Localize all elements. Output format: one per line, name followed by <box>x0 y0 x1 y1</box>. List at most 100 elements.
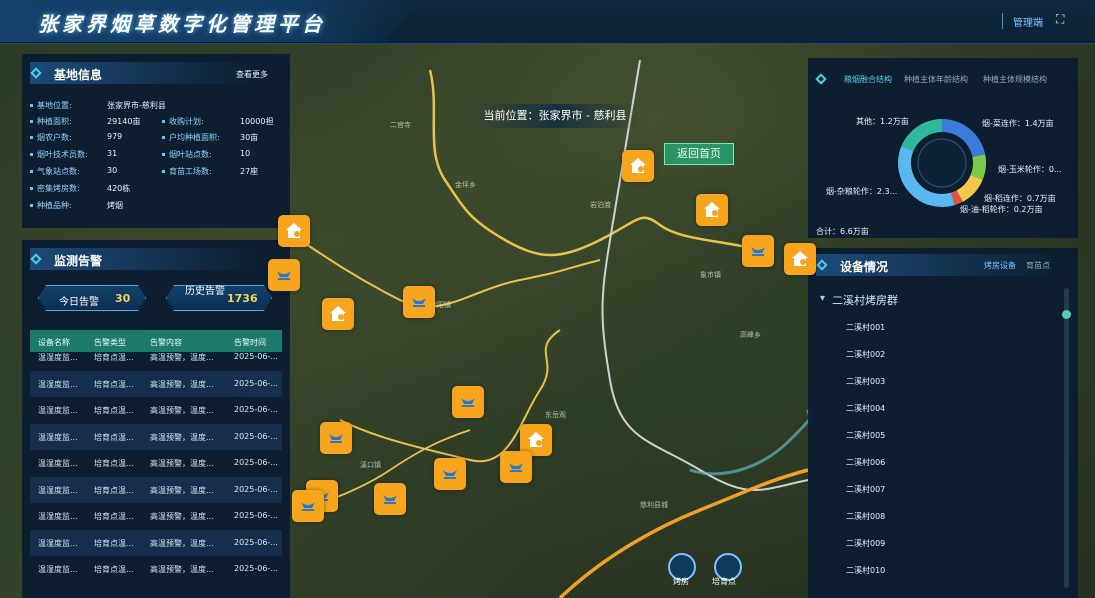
base-info-key: 基地位置: <box>37 101 72 110</box>
bullet-icon <box>30 170 33 173</box>
structure-total: 合计：6.6万亩 <box>816 227 869 236</box>
admin-link[interactable]: 管理端 <box>1013 14 1043 29</box>
base-info-key: 烟叶站点数: <box>169 150 212 159</box>
alarm-table-row[interactable]: 温湿度监... 培育点温... 高温预警，温度... 2025-06-... <box>30 450 282 476</box>
alarm-cell: 温湿度监... <box>38 432 78 442</box>
base-info-item: 基地位置: 张家界市-慈利县 <box>30 100 166 111</box>
alarm-table-row[interactable]: 温湿度监... 培育点温... 高温预警，温度... 2025-06-... <box>30 529 282 556</box>
donut-center <box>917 138 967 188</box>
seedling-filter-label: 培育点 <box>712 577 736 586</box>
device-item[interactable]: 二溪村004 <box>846 403 885 414</box>
header-divider <box>1002 13 1003 29</box>
alarm-table-row[interactable]: 温湿度监... 培育点温... 高温预警，温度... 2025-06-... <box>30 476 282 503</box>
alarm-cell: 2025-06-... <box>234 511 278 520</box>
donut-label: 烟-菜连作：1.4万亩 <box>982 119 1054 128</box>
curing-barn-marker[interactable] <box>622 150 654 182</box>
donut-label: 烟-稻连作：0.7万亩 <box>984 194 1056 203</box>
tab-scale-structure[interactable]: 种植主体规模结构 <box>983 74 1047 85</box>
seedling-marker[interactable] <box>292 490 324 522</box>
alarm-cell: 2025-06-... <box>234 378 278 388</box>
bullet-icon <box>30 153 33 156</box>
alarm-cell: 高温预警，温度... <box>150 379 214 389</box>
house-icon <box>528 432 544 447</box>
base-info-value: 10 <box>240 149 251 158</box>
device-item[interactable]: 二溪村005 <box>846 430 885 441</box>
device-scrollbar[interactable] <box>1064 288 1069 588</box>
alarm-cell: 温湿度监... <box>38 485 78 495</box>
device-item[interactable]: 二溪村002 <box>846 349 885 360</box>
donut-label: 其他：1.2万亩 <box>856 117 909 126</box>
today-alarm-button[interactable]: 今日告警 30 <box>38 285 146 311</box>
alarm-cell: 培育点温... <box>94 432 134 442</box>
base-info-item: 种植面积: 29140亩 <box>30 116 140 127</box>
alarm-cell: 培育点温... <box>94 485 134 495</box>
alarm-cell: 培育点温... <box>94 538 134 548</box>
bullet-icon <box>162 120 165 123</box>
alarm-cell: 2025-06-... <box>234 537 278 547</box>
device-item[interactable]: 二溪村009 <box>846 538 885 549</box>
base-info-value: 10000担 <box>240 117 274 126</box>
curing-barn-marker[interactable] <box>322 298 354 330</box>
seedling-marker[interactable] <box>403 286 435 318</box>
device-item[interactable]: 二溪村003 <box>846 376 885 387</box>
scrollbar-thumb[interactable] <box>1062 310 1071 319</box>
device-title: 设备情况 <box>840 260 889 274</box>
alarm-cell: 2025-06-... <box>234 431 278 441</box>
device-item[interactable]: 二溪村010 <box>846 565 885 576</box>
alarm-cell: 温湿度监... <box>38 353 78 362</box>
tab-age-structure[interactable]: 种植主体年龄结构 <box>904 74 968 85</box>
alarm-table-row[interactable]: 温湿度监... 培育点温... 高温预警，温度... 2025-06-... <box>30 344 282 370</box>
seedling-marker[interactable] <box>742 235 774 267</box>
curing-barn-marker[interactable] <box>696 194 728 226</box>
alarm-cell: 培育点温... <box>94 406 134 415</box>
alarm-cell: 高温预警，温度... <box>150 485 214 495</box>
alarm-table-row[interactable]: 温湿度监... 培育点温... 高温预警，温度... 2025-06-... <box>30 397 282 423</box>
base-info-key: 烟叶技术员数: <box>37 150 88 159</box>
back-home-button[interactable]: 返回首页 <box>664 143 734 165</box>
alarm-cell: 高温预警，温度... <box>150 565 214 574</box>
seedling-marker[interactable] <box>268 259 300 291</box>
donut-label: 烟-杂粮轮作：2.3... <box>826 187 898 196</box>
device-item[interactable]: 二溪村008 <box>846 511 885 522</box>
device-group-toggle-icon[interactable]: ▾ <box>820 293 825 304</box>
base-info-key: 户均种植面积: <box>169 133 220 142</box>
base-info-value: 27座 <box>240 167 259 176</box>
alarm-cell: 高温预警，温度... <box>150 406 214 415</box>
device-item[interactable]: 二溪村001 <box>846 322 885 333</box>
donut-label: 烟-玉米轮作：0... <box>998 165 1062 174</box>
base-info-value: 张家界市-慈利县 <box>107 101 166 110</box>
history-alarm-button[interactable]: 历史告警 1736 <box>166 285 272 311</box>
today-alarm-label: 今日告警 <box>59 297 99 308</box>
tab-grain-tobacco[interactable]: 粮烟融合结构 <box>844 74 892 85</box>
seedling-marker[interactable] <box>320 422 352 454</box>
curing-barn-marker[interactable] <box>278 215 310 247</box>
base-info-value: 烤烟 <box>107 201 123 210</box>
device-group[interactable]: 二溪村烤房群 <box>832 292 898 308</box>
device-item[interactable]: 二溪村006 <box>846 457 885 468</box>
house-icon <box>792 251 808 266</box>
fullscreen-icon[interactable]: ⛶ <box>1056 12 1064 27</box>
alarm-cell: 高温预警，温度... <box>150 512 214 521</box>
alarm-cell: 2025-06-... <box>234 484 278 494</box>
structure-diamond-icon <box>815 73 827 85</box>
alarm-cell: 培育点温... <box>94 379 134 389</box>
curing-barn-marker[interactable] <box>784 243 816 275</box>
base-info-value: 30亩 <box>240 133 259 142</box>
alarm-table-row[interactable]: 温湿度监... 培育点温... 高温预警，温度... 2025-06-... <box>30 370 282 397</box>
bullet-icon <box>30 136 33 139</box>
seedling-marker[interactable] <box>374 483 406 515</box>
alarm-table-row[interactable]: 温湿度监... 培育点温... 高温预警，温度... 2025-06-... <box>30 556 282 582</box>
seedling-marker[interactable] <box>434 458 466 490</box>
top-header: 张家界烟草数字化管理平台 管理端 ⛶ <box>0 0 1095 44</box>
base-info-item: 烟叶技术员数: 31 <box>30 149 117 160</box>
view-more-link[interactable]: 查看更多 <box>236 69 268 80</box>
alarm-table-row[interactable]: 温湿度监... 培育点温... 高温预警，温度... 2025-06-... <box>30 423 282 450</box>
device-item[interactable]: 二溪村007 <box>846 484 885 495</box>
seedling-marker[interactable] <box>500 451 532 483</box>
history-alarm-label: 历史告警 <box>185 286 225 297</box>
tab-seedling[interactable]: 育苗点 <box>1026 260 1050 271</box>
tab-curing-barn[interactable]: 烤房设备 <box>984 260 1016 271</box>
seedling-marker[interactable] <box>452 386 484 418</box>
alarm-table-row[interactable]: 温湿度监... 培育点温... 高温预警，温度... 2025-06-... <box>30 503 282 529</box>
seedling-icon <box>509 463 523 472</box>
